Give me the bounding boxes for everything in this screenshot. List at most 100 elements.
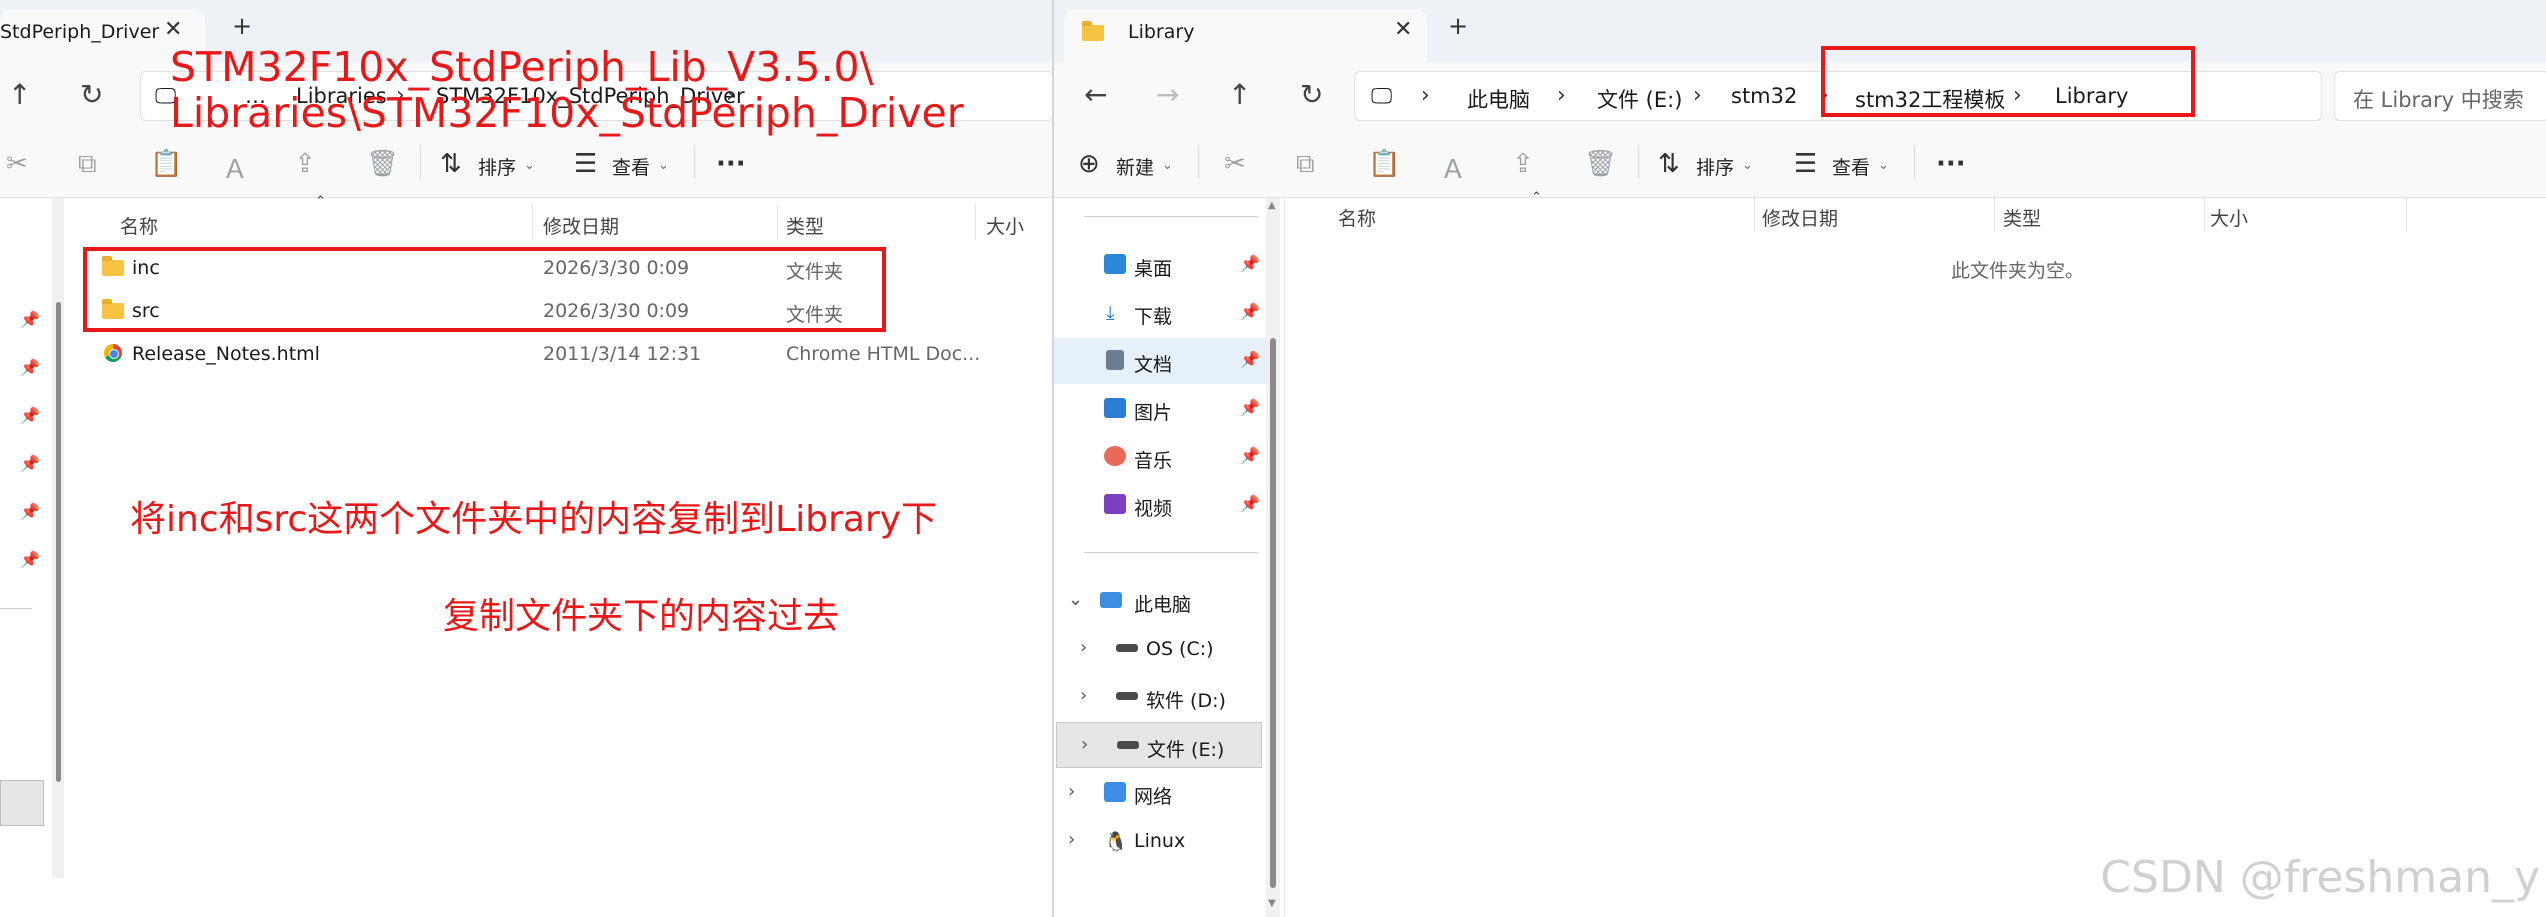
pin-icon[interactable]: 📌: [20, 310, 40, 329]
highlight-breadcrumb-box: [1821, 46, 2195, 117]
column-divider[interactable]: [1994, 196, 1995, 232]
chevron-right-icon: ›: [1557, 83, 1566, 108]
breadcrumb-this-pc[interactable]: 此电脑: [1467, 84, 1530, 114]
up-arrow-icon[interactable]: ↑: [1228, 78, 1251, 111]
sidebar-item-pictures[interactable]: 图片 📌: [1054, 386, 1274, 432]
pin-icon[interactable]: 📌: [1240, 254, 1260, 273]
pin-icon[interactable]: 📌: [20, 550, 40, 569]
chevron-right-icon[interactable]: ›: [1068, 781, 1075, 802]
pin-icon[interactable]: 📌: [1240, 446, 1260, 465]
forward-arrow-icon[interactable]: →: [1156, 78, 1179, 111]
chevron-right-icon[interactable]: ›: [1080, 637, 1087, 658]
column-date[interactable]: 修改日期: [543, 212, 619, 239]
new-tab-icon[interactable]: +: [1448, 12, 1468, 40]
sort-icon[interactable]: ⇅: [1658, 149, 1680, 179]
more-options-icon[interactable]: ···: [716, 149, 746, 179]
sort-button[interactable]: 排序: [1696, 153, 1734, 180]
folder-icon: [1082, 21, 1104, 41]
new-tab-icon[interactable]: +: [232, 12, 252, 40]
sidebar-item-music[interactable]: 音乐 📌: [1054, 434, 1274, 480]
pin-icon[interactable]: 📌: [20, 406, 40, 425]
rename-icon[interactable]: Ａ: [222, 149, 248, 186]
column-divider[interactable]: [2204, 196, 2205, 232]
scroll-thumb[interactable]: [1270, 338, 1276, 888]
nav-selected-item[interactable]: [0, 780, 44, 826]
scroll-up-icon[interactable]: ▲: [1268, 200, 1276, 211]
copy-icon[interactable]: ⧉: [78, 149, 97, 180]
column-divider[interactable]: [1754, 196, 1755, 232]
pin-icon[interactable]: 📌: [20, 358, 40, 377]
column-type[interactable]: 类型: [786, 212, 824, 239]
delete-icon[interactable]: 🗑: [366, 149, 399, 179]
new-button[interactable]: 新建: [1116, 153, 1154, 180]
sidebar-item-desktop[interactable]: 桌面 📌: [1054, 242, 1274, 288]
pin-icon[interactable]: 📌: [1240, 350, 1260, 369]
view-icon[interactable]: ☰: [574, 149, 597, 179]
view-button[interactable]: 查看: [612, 153, 650, 180]
search-box[interactable]: 在 Library 中搜索: [2334, 71, 2546, 121]
pin-icon[interactable]: 📌: [1240, 302, 1260, 321]
column-type[interactable]: 类型: [2003, 204, 2041, 231]
chevron-right-icon: ›: [1421, 83, 1430, 108]
cut-icon[interactable]: ✂: [6, 149, 28, 179]
sidebar-item-this-pc[interactable]: ⌄ 此电脑: [1054, 578, 1274, 624]
annotation-path-line1: STM32F10x_StdPeriph_Lib_V3.5.0\: [170, 43, 874, 91]
rename-icon[interactable]: Ａ: [1440, 149, 1466, 186]
more-options-icon[interactable]: ···: [1936, 149, 1966, 179]
share-icon[interactable]: ⇪: [294, 149, 316, 179]
sidebar-item-network[interactable]: › 网络: [1054, 770, 1274, 816]
pin-icon[interactable]: 📌: [20, 454, 40, 473]
back-arrow-icon[interactable]: ←: [1084, 78, 1107, 111]
breadcrumb-drive-e[interactable]: 文件 (E:): [1597, 84, 1682, 114]
column-divider[interactable]: [2406, 196, 2407, 232]
close-tab-icon[interactable]: ✕: [164, 17, 182, 42]
scroll-down-icon[interactable]: ▼: [1268, 898, 1276, 909]
chevron-right-icon[interactable]: ›: [1080, 685, 1087, 706]
close-tab-icon[interactable]: ✕: [1394, 17, 1412, 42]
up-arrow-icon[interactable]: ↑: [8, 78, 31, 111]
delete-icon[interactable]: 🗑: [1584, 149, 1617, 179]
file-row-release-notes[interactable]: Release_Notes.html 2011/3/14 12:31 Chrom…: [70, 334, 1052, 374]
pin-icon[interactable]: 📌: [1240, 494, 1260, 513]
pin-icon[interactable]: 📌: [20, 502, 40, 521]
column-divider[interactable]: [532, 204, 533, 240]
breadcrumb-stm32[interactable]: stm32: [1731, 84, 1797, 108]
sort-button[interactable]: 排序: [478, 153, 516, 180]
sidebar-item-documents[interactable]: 文档 📌: [1054, 338, 1274, 384]
column-divider[interactable]: [975, 204, 976, 240]
column-date[interactable]: 修改日期: [1762, 204, 1838, 231]
paste-icon[interactable]: 📋: [150, 149, 182, 179]
chevron-down-icon[interactable]: ⌄: [1068, 589, 1083, 610]
left-nav-scrollbar[interactable]: [52, 198, 64, 878]
sort-icon[interactable]: ⇅: [440, 149, 462, 179]
sidebar-item-downloads[interactable]: ⤓ 下载 📌: [1054, 290, 1274, 336]
cut-icon[interactable]: ✂: [1224, 149, 1246, 179]
sidebar-item-drive-d[interactable]: › 软件 (D:): [1054, 674, 1274, 720]
column-size[interactable]: 大小: [986, 212, 1024, 239]
new-icon[interactable]: ⊕: [1078, 149, 1100, 179]
file-name: Release_Notes.html: [132, 343, 320, 365]
share-icon[interactable]: ⇪: [1512, 149, 1534, 179]
chevron-right-icon[interactable]: ›: [1068, 829, 1075, 850]
column-name[interactable]: 名称: [120, 212, 158, 239]
sidebar-item-linux[interactable]: › 🐧 Linux: [1054, 818, 1274, 864]
column-divider[interactable]: [777, 204, 778, 240]
column-name[interactable]: 名称: [1338, 204, 1376, 231]
copy-icon[interactable]: ⧉: [1296, 149, 1315, 180]
toolbar-divider: [420, 145, 421, 179]
right-nav-scrollbar[interactable]: ▲ ▼: [1266, 198, 1280, 917]
refresh-icon[interactable]: ↻: [1300, 78, 1323, 111]
view-button[interactable]: 查看: [1832, 153, 1870, 180]
view-icon[interactable]: ☰: [1794, 149, 1817, 179]
sidebar-item-drive-c[interactable]: › OS (C:): [1054, 626, 1274, 672]
chevron-right-icon[interactable]: ›: [1081, 734, 1088, 755]
pin-icon[interactable]: 📌: [1240, 398, 1260, 417]
sidebar-item-drive-e[interactable]: › 文件 (E:): [1056, 722, 1262, 768]
sidebar-item-videos[interactable]: 视频 📌: [1054, 482, 1274, 528]
refresh-icon[interactable]: ↻: [80, 78, 103, 111]
column-size[interactable]: 大小: [2210, 204, 2248, 231]
paste-icon[interactable]: 📋: [1368, 149, 1400, 179]
scroll-thumb[interactable]: [56, 302, 61, 782]
right-tab[interactable]: Library ✕: [1064, 9, 1427, 62]
search-input[interactable]: 在 Library 中搜索: [2353, 84, 2524, 114]
